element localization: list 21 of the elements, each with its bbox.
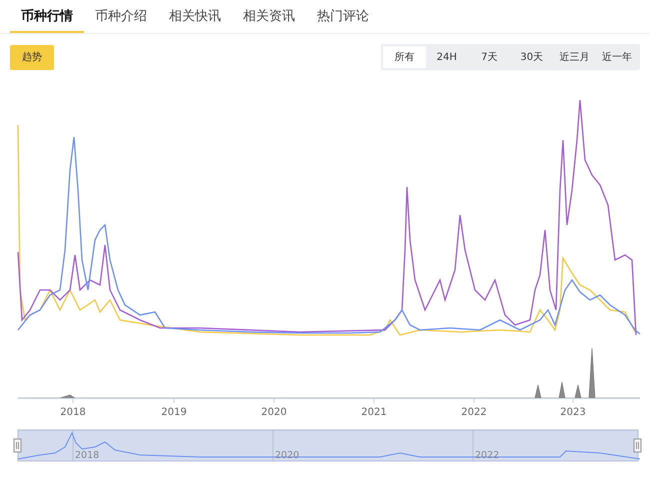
trend-button[interactable]: 趋势 (10, 44, 54, 70)
axis-label: 2019 (161, 407, 187, 418)
range-button[interactable]: 近一年 (596, 46, 638, 68)
range-button[interactable]: 30天 (510, 46, 553, 68)
range-button[interactable]: 近三月 (553, 46, 596, 68)
navigator-handle[interactable] (634, 438, 642, 452)
axis-label: 2020 (261, 407, 287, 418)
tab[interactable]: 相关快讯 (158, 0, 232, 33)
axis-label: 2021 (361, 407, 387, 418)
tab[interactable]: 热门评论 (306, 0, 380, 33)
navigator-handle[interactable] (14, 438, 22, 452)
tab[interactable]: 币种行情 (10, 0, 84, 33)
axis-label: 2023 (560, 407, 586, 418)
range-button[interactable]: 7天 (468, 46, 510, 68)
tab[interactable]: 币种介绍 (84, 0, 158, 33)
range-button[interactable]: 所有 (383, 46, 426, 68)
navigator-label: 2018 (75, 450, 100, 461)
tab[interactable]: 相关资讯 (232, 0, 306, 33)
axis-label: 2018 (60, 407, 86, 418)
axis-label: 2022 (461, 407, 487, 418)
range-button[interactable]: 24H (426, 46, 468, 68)
